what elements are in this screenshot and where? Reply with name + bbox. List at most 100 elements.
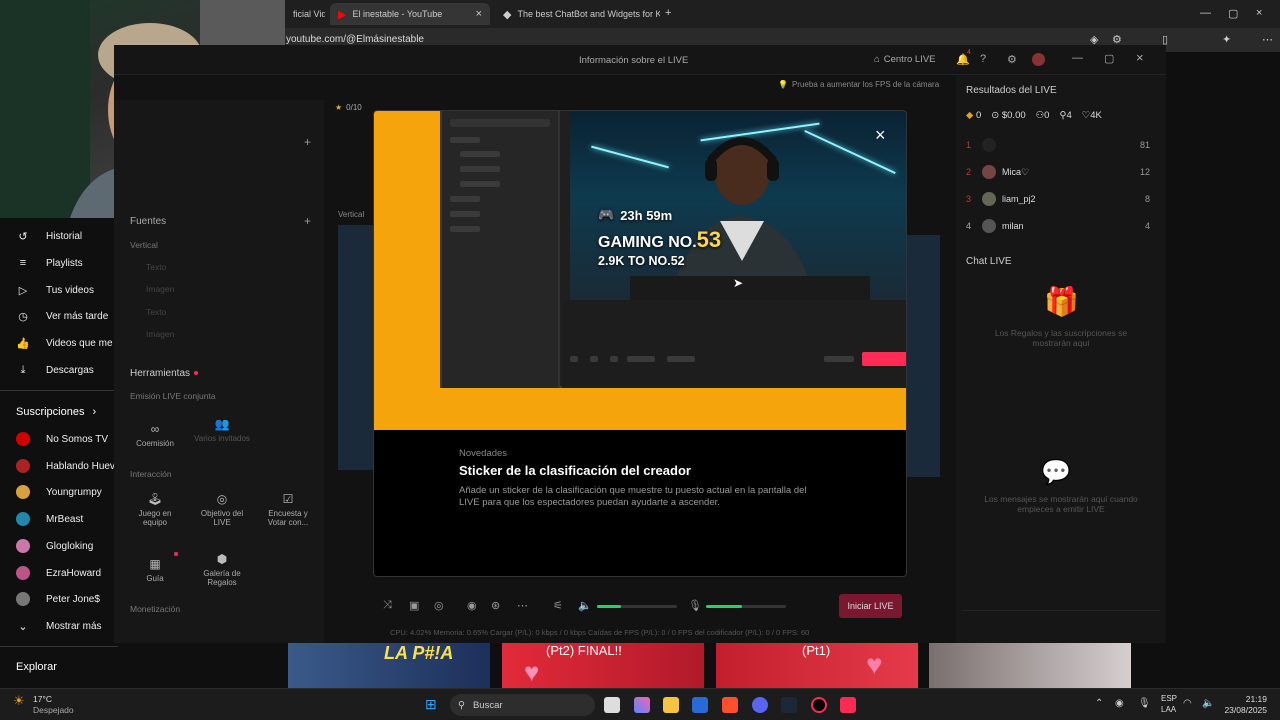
close-icon[interactable]: × xyxy=(1136,50,1144,65)
tray-mic-icon[interactable]: 🎙 xyxy=(1138,698,1151,709)
star-icon: ★ xyxy=(335,103,343,112)
mic-icon[interactable]: 🎙 xyxy=(688,599,702,612)
sub-item[interactable]: Peter Jone$ xyxy=(16,592,100,606)
ranking-row[interactable]: 4 milan 4 xyxy=(966,217,1150,235)
lang-code[interactable]: ESP xyxy=(1161,694,1177,703)
taskbar: ☀ 17°C Despejado ⊞ ⚲ Buscar ⌃ ◉ 🎙 ESP LAA… xyxy=(0,688,1280,720)
sub-item[interactable]: No Somos TV xyxy=(16,432,108,446)
steam-icon[interactable] xyxy=(781,697,797,713)
studio-mockup: 🎮 23h 59m GAMING NO.53 2.9K TO NO.52 ➤ xyxy=(440,111,906,388)
notif-badge: 4 xyxy=(967,49,971,56)
video-thumbnail[interactable]: (Pt1) ♥ xyxy=(716,643,918,688)
galeria-tool[interactable]: ⬢ Galería de Regalos xyxy=(194,552,250,587)
video-thumbnail[interactable]: (Pt2) FINAL!! ♥ xyxy=(502,643,704,688)
brave-icon[interactable] xyxy=(722,697,738,713)
camera-effect-icon[interactable]: ⊛ xyxy=(491,599,500,612)
transition-icon[interactable]: ⤨ xyxy=(383,599,392,612)
sub-item[interactable]: Hablando Hueva xyxy=(16,459,121,473)
settings-icon[interactable]: ⚙ xyxy=(1007,53,1017,66)
mouse-cursor-icon: ➤ xyxy=(733,276,744,290)
chat-input[interactable] xyxy=(962,610,1160,632)
close-tab-icon[interactable]: × xyxy=(476,8,482,20)
sub-item[interactable]: Glogloking xyxy=(16,539,93,553)
volume-slider[interactable] xyxy=(597,605,677,608)
tiktok-live-icon[interactable] xyxy=(840,697,856,713)
minimize-icon[interactable]: — xyxy=(1072,52,1083,64)
weather-temp[interactable]: 17°C xyxy=(33,694,52,704)
close-modal-icon[interactable]: × xyxy=(875,125,886,146)
modal-kicker: Novedades xyxy=(459,448,508,459)
maximize-icon[interactable]: ▢ xyxy=(1104,52,1114,65)
wifi-icon[interactable]: ◠ xyxy=(1183,698,1192,709)
task-view-icon[interactable] xyxy=(604,697,620,713)
avatar[interactable] xyxy=(1032,53,1045,66)
add-scene-icon[interactable]: + xyxy=(304,135,311,149)
source-item[interactable]: Texto xyxy=(146,307,166,317)
guide-icon: ▦ xyxy=(149,557,161,571)
sub-item[interactable]: Youngrumpy xyxy=(16,485,102,499)
more-icon[interactable]: ⋯ xyxy=(517,599,528,612)
add-source-icon[interactable]: + xyxy=(304,214,311,228)
video-thumbnail[interactable] xyxy=(929,643,1131,688)
guia-tool[interactable]: ▦ Guía xyxy=(127,557,183,583)
subscriptions-header[interactable]: Suscripciones › xyxy=(16,406,96,418)
new-tab-icon[interactable]: + xyxy=(665,7,671,19)
show-more[interactable]: ⌄ Mostrar más xyxy=(16,619,101,633)
maximize-icon[interactable]: ▢ xyxy=(1228,7,1238,20)
tab-youtube[interactable]: ▶ El inestable - YouTube × xyxy=(330,3,490,25)
video-icon: ▷ xyxy=(18,284,28,297)
copilot-icon[interactable]: ✦ xyxy=(1222,33,1231,46)
coemision-tool[interactable]: ∞ Coemisión xyxy=(127,422,183,448)
sidebar-item-playlists[interactable]: ≡ Playlists xyxy=(16,256,83,270)
sidebar-item-tus-videos[interactable]: ▷ Tus videos xyxy=(16,283,94,297)
record-icon[interactable]: ◉ xyxy=(467,599,477,612)
copilot-taskbar-icon[interactable] xyxy=(634,697,650,713)
speaker-icon[interactable]: 🔈 xyxy=(1202,698,1214,709)
source-item[interactable]: Imagen xyxy=(146,329,174,339)
mixer-icon[interactable]: ⚟ xyxy=(553,599,563,612)
ranking-row[interactable]: 2 Mica♡ 12 xyxy=(966,163,1150,181)
ranking-row[interactable]: 3 liam_pj2 8 xyxy=(966,190,1150,208)
varios-invitados-tool[interactable]: 👥 Varios invitados xyxy=(194,417,250,443)
juego-equipo-tool[interactable]: 🕹 Juego en equipo xyxy=(127,492,183,527)
close-window-icon[interactable]: × xyxy=(1256,7,1262,19)
youtube-sidebar: ↺ Historial ≡ Playlists ▷ Tus videos ◷ Ver m… xyxy=(0,218,121,688)
objetivo-tool[interactable]: ◎ Objetivo del LIVE xyxy=(194,492,250,527)
sub-item[interactable]: MrBeast xyxy=(16,512,83,526)
centro-live-button[interactable]: ⌂ Centro LIVE xyxy=(874,54,936,65)
source-item[interactable]: Texto xyxy=(146,262,166,272)
windows-start-icon[interactable]: ⊞ xyxy=(425,696,437,713)
sidebar-item-historial[interactable]: ↺ Historial xyxy=(16,229,82,243)
encuesta-tool[interactable]: ☑ Encuesta y Votar con... xyxy=(260,492,316,527)
file-explorer-icon[interactable] xyxy=(663,697,679,713)
herramientas-header: Herramientas xyxy=(130,368,191,379)
source-item[interactable]: Imagen xyxy=(146,284,174,294)
tray-chevron-icon[interactable]: ⌃ xyxy=(1095,698,1103,709)
tab-other[interactable]: ficial Vide xyxy=(285,3,325,25)
filter-icon[interactable]: ◎ xyxy=(434,599,444,612)
ranking-row[interactable]: 1 81 xyxy=(966,136,1150,154)
help-icon[interactable]: ? xyxy=(980,53,986,65)
sidebar-item-liked[interactable]: 👍 Videos que me g xyxy=(16,336,121,350)
discord-icon[interactable] xyxy=(752,697,768,713)
url-text[interactable]: youtube.com/@Elmásinestable xyxy=(286,34,424,45)
store-icon[interactable] xyxy=(692,697,708,713)
sidebar-item-descargas[interactable]: ⤓ Descargas xyxy=(16,363,94,377)
vertical-group: Vertical xyxy=(130,240,158,250)
sub-item[interactable]: EzraHoward xyxy=(16,566,101,580)
sidebar-item-ver-mas-tarde[interactable]: ◷ Ver más tarde xyxy=(16,309,108,323)
clock-icon: ◷ xyxy=(18,310,28,323)
minimize-icon[interactable]: — xyxy=(1200,7,1211,19)
obs-icon[interactable] xyxy=(811,697,827,713)
effects-icon[interactable]: ▣ xyxy=(409,599,419,612)
volume-icon[interactable]: 🔈 xyxy=(578,599,592,612)
clock-time[interactable]: 21:19 xyxy=(1227,694,1267,704)
start-live-button[interactable]: Iniciar LIVE xyxy=(839,594,902,618)
menu-icon[interactable]: ⋯ xyxy=(1262,33,1273,46)
avatar xyxy=(16,592,30,606)
taskbar-search[interactable]: ⚲ Buscar xyxy=(450,694,595,716)
tray-app-icon[interactable]: ◉ xyxy=(1115,698,1124,709)
mic-slider[interactable] xyxy=(706,605,786,608)
video-thumbnail[interactable]: LA P#!A xyxy=(288,643,490,688)
tab-chatbot[interactable]: ◆ The best ChatBot and Widgets for Ki × xyxy=(495,3,660,25)
